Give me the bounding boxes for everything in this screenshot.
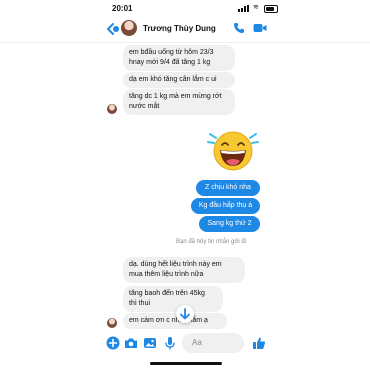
message-composer: Aa [0, 330, 370, 356]
microphone-icon[interactable] [163, 336, 177, 350]
arrow-down-icon [180, 308, 190, 320]
camera-icon[interactable] [124, 336, 138, 350]
message-bubble[interactable]: em bđầu uống từ hôm 23/3 hnay mới 9/4 đã… [123, 45, 235, 71]
chevron-left-icon [107, 23, 119, 35]
message-bubble[interactable]: tăng baoh đến trên 45kg thì thui [123, 286, 223, 312]
message-bubble[interactable]: Z chịu khó nha [196, 180, 260, 196]
battery-icon [264, 5, 278, 13]
message-bubble[interactable]: em cám ơn c nhiều lắm ạ [123, 313, 227, 329]
message-bubble[interactable]: tăng dc 1 kg mà em mừng rớt nước mắt [123, 89, 235, 115]
wifi-icon: ≋ [253, 4, 259, 11]
plus-icon[interactable] [106, 336, 120, 350]
unsent-message-notice: Bạn đã hủy tin nhắn gửi đi [176, 239, 247, 245]
video-camera-icon[interactable] [253, 23, 267, 33]
home-indicator [150, 362, 222, 365]
signal-icon [238, 5, 250, 12]
message-bubble[interactable]: dạ. dùng hết liệu trình này em mua thêm … [123, 257, 245, 283]
status-bar: 20:01 ≋ [0, 0, 370, 16]
chat-header: Trương Thùy Dung [0, 16, 370, 43]
message-input-placeholder: Aa [192, 338, 202, 347]
scroll-down-button[interactable] [176, 305, 194, 323]
messenger-chat-screen: 20:01 ≋ Trương Thùy Dung em bđầu uống từ… [0, 0, 370, 370]
image-icon[interactable] [143, 336, 157, 350]
contact-avatar[interactable] [121, 20, 137, 36]
laughing-face-icon [207, 126, 259, 172]
like-icon[interactable] [252, 336, 266, 350]
message-input[interactable]: Aa [182, 333, 244, 353]
back-button[interactable] [104, 21, 120, 37]
sender-avatar [107, 318, 117, 328]
message-bubble[interactable]: dạ em khó tăng cân lắm c ui [123, 72, 235, 88]
message-bubble[interactable]: Kg đầu hấp thụ á [191, 198, 260, 214]
contact-name[interactable]: Trương Thùy Dung [143, 24, 216, 33]
sender-avatar [107, 104, 117, 114]
message-bubble[interactable]: Sang kg thứ 2 [199, 216, 260, 232]
status-time: 20:01 [112, 4, 133, 13]
phone-icon[interactable] [233, 22, 245, 34]
